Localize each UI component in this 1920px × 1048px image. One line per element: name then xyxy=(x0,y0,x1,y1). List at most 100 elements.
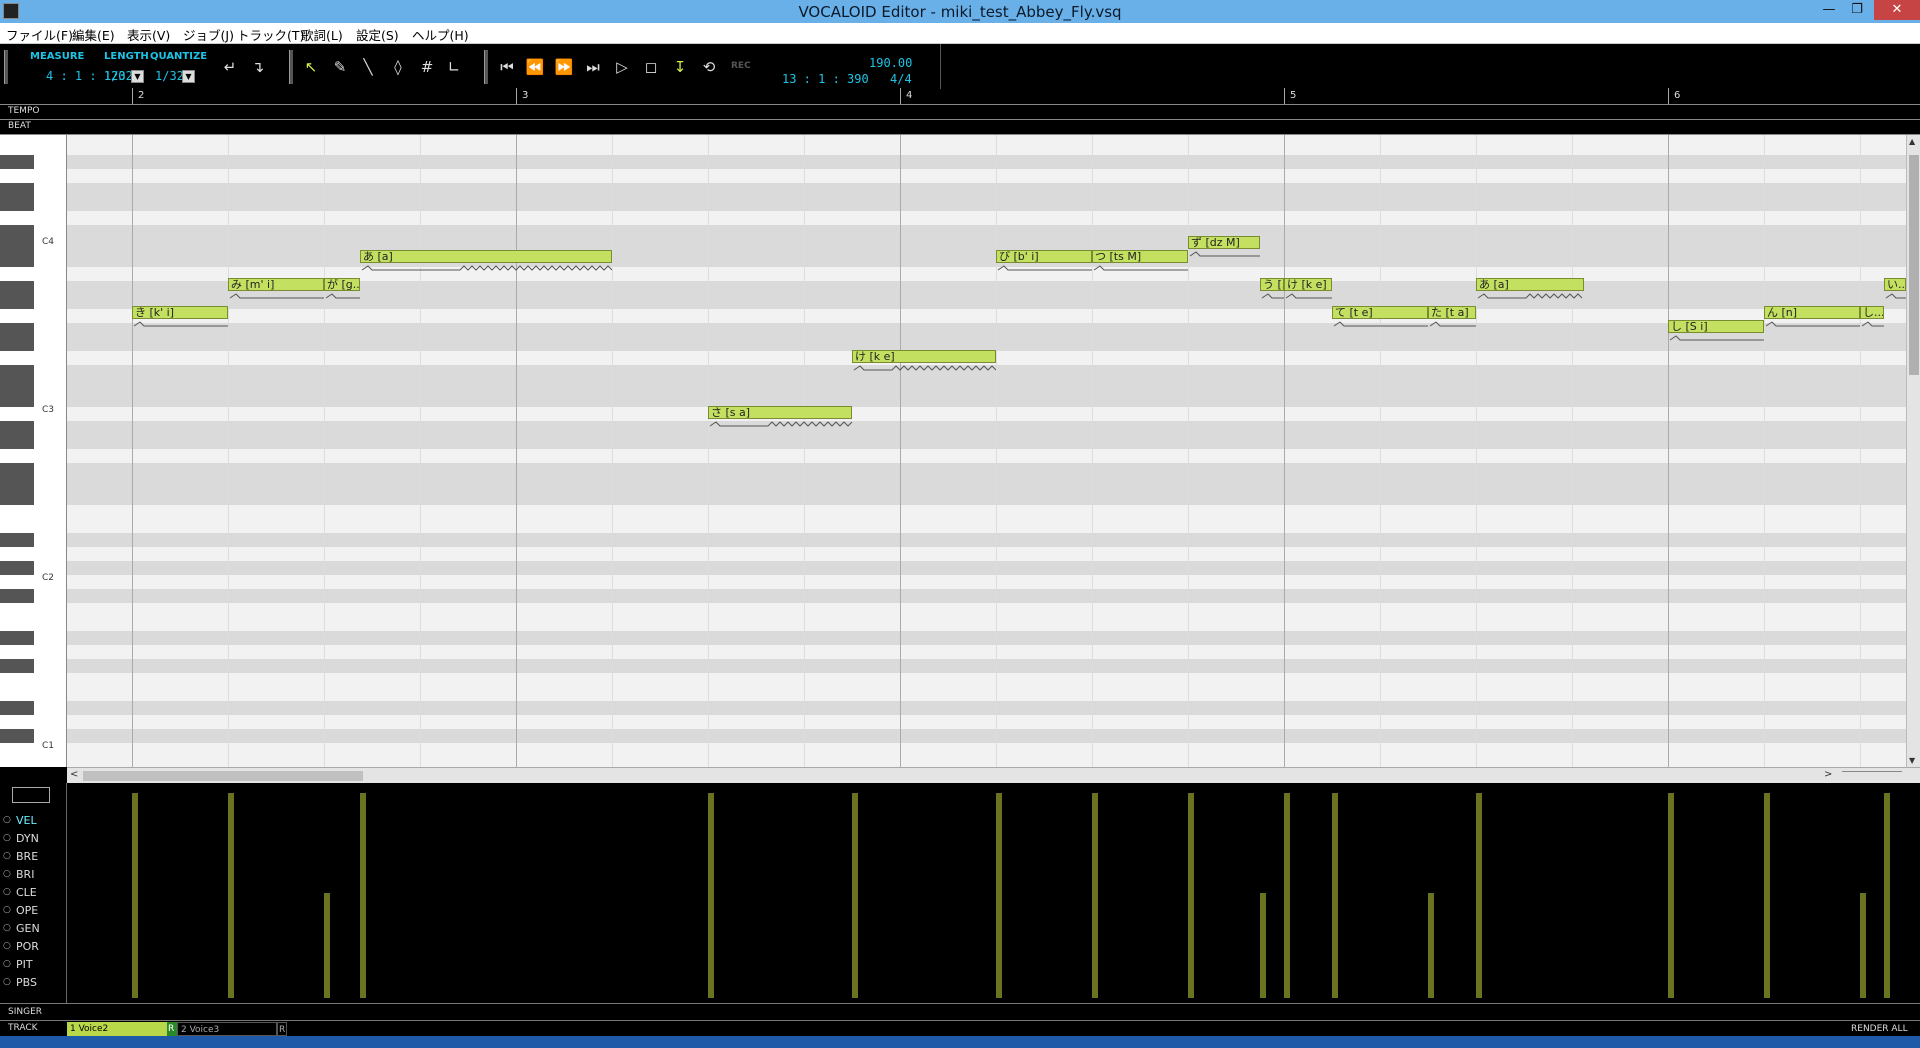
control-toggle-icon[interactable]: ○ xyxy=(3,977,11,987)
menu-track[interactable]: トラック(T) xyxy=(237,25,304,44)
track-tab-2[interactable]: 2 Voice3 xyxy=(177,1022,277,1036)
render-all-button[interactable]: RENDER ALL xyxy=(1848,1022,1916,1036)
velocity-bar[interactable] xyxy=(852,793,858,998)
black-key[interactable] xyxy=(0,631,34,645)
black-key[interactable] xyxy=(0,589,34,603)
black-key[interactable] xyxy=(0,253,34,267)
control-por[interactable]: POR xyxy=(16,940,39,953)
black-key[interactable] xyxy=(0,659,34,673)
line-tool-icon[interactable]: ╲ xyxy=(358,57,378,77)
velocity-bar[interactable] xyxy=(1260,893,1266,998)
arrow-tool-icon[interactable]: ↖ xyxy=(301,57,321,77)
velocity-bar[interactable] xyxy=(1188,793,1194,998)
note[interactable]: し [S i] xyxy=(1668,320,1764,333)
control-toggle-icon[interactable]: ○ xyxy=(3,941,11,951)
note[interactable]: て [t e] xyxy=(1332,306,1428,319)
note[interactable]: い... xyxy=(1884,278,1906,291)
rewind-icon[interactable]: ⏪ xyxy=(525,57,545,77)
note[interactable]: あ [a] xyxy=(1476,278,1584,291)
black-key[interactable] xyxy=(0,323,34,337)
control-toggle-icon[interactable]: ○ xyxy=(3,905,11,915)
black-key[interactable] xyxy=(0,477,34,491)
note[interactable]: ん [n] xyxy=(1764,306,1860,319)
control-vel[interactable]: VEL xyxy=(16,814,37,827)
velocity-bar[interactable] xyxy=(1332,793,1338,998)
black-key[interactable] xyxy=(0,225,34,239)
fast-forward-icon[interactable]: ⏩ xyxy=(554,57,574,77)
velocity-bar[interactable] xyxy=(1284,793,1290,998)
control-toggle-icon[interactable]: ○ xyxy=(3,815,11,825)
note[interactable]: た [t a] xyxy=(1428,306,1476,319)
eraser-tool-icon[interactable]: ◊ xyxy=(388,57,408,77)
black-key[interactable] xyxy=(0,533,34,547)
play-icon[interactable]: ▷ xyxy=(612,57,632,77)
note[interactable]: う [... xyxy=(1260,278,1284,291)
black-key[interactable] xyxy=(0,463,34,477)
note[interactable]: み [m' i] xyxy=(228,278,324,291)
go-end-icon[interactable]: ⏭ xyxy=(583,57,603,77)
horizontal-scrollbar[interactable]: < > xyxy=(67,767,1920,783)
velocity-bar[interactable] xyxy=(360,793,366,998)
loop-icon[interactable]: ⟲ xyxy=(699,57,719,77)
black-key[interactable] xyxy=(0,197,34,211)
black-key[interactable] xyxy=(0,701,34,715)
close-icon[interactable]: ✕ xyxy=(1874,0,1920,20)
black-key[interactable] xyxy=(0,393,34,407)
velocity-bar[interactable] xyxy=(1860,893,1866,998)
note[interactable]: が [g... xyxy=(324,278,360,291)
start-marker-icon[interactable]: ↵ xyxy=(220,57,240,77)
black-key[interactable] xyxy=(0,337,34,351)
velocity-bar[interactable] xyxy=(132,793,138,998)
black-key[interactable] xyxy=(0,155,34,169)
note[interactable]: あ [a] xyxy=(360,250,612,263)
velocity-bar[interactable] xyxy=(708,793,714,998)
control-gen[interactable]: GEN xyxy=(16,922,40,935)
control-toggle-icon[interactable]: ○ xyxy=(3,923,11,933)
toolbar-grip-3[interactable] xyxy=(484,50,488,84)
note[interactable]: け [k e] xyxy=(852,350,996,363)
black-key[interactable] xyxy=(0,239,34,253)
menu-edit[interactable]: 編集(E) xyxy=(72,25,115,44)
menu-view[interactable]: 表示(V) xyxy=(127,25,170,44)
control-toggle-icon[interactable]: ○ xyxy=(3,959,11,969)
black-key[interactable] xyxy=(0,729,34,743)
black-key[interactable] xyxy=(0,379,34,393)
black-key[interactable] xyxy=(0,561,34,575)
scroll-down-icon[interactable]: ▼ xyxy=(1909,756,1915,765)
note[interactable]: き [k' i] xyxy=(132,306,228,319)
minimize-icon[interactable]: — xyxy=(1816,0,1842,20)
velocity-bar[interactable] xyxy=(996,793,1002,998)
velocity-bar[interactable] xyxy=(1764,793,1770,998)
quantize-value[interactable]: 1/32 xyxy=(155,69,184,83)
menu-job[interactable]: ジョブ(J) xyxy=(183,25,234,44)
toolbar-grip-2[interactable] xyxy=(289,50,293,84)
black-key[interactable] xyxy=(0,183,34,197)
control-pbs[interactable]: PBS xyxy=(16,976,37,989)
stop-icon[interactable]: ◻ xyxy=(641,57,661,77)
singer-row[interactable]: SINGER xyxy=(0,1003,1920,1020)
toolbar-grip[interactable] xyxy=(4,50,8,84)
control-dyn[interactable]: DYN xyxy=(16,832,39,845)
measure-ruler[interactable]: 2 3 4 5 6 xyxy=(0,88,1920,105)
note[interactable]: さ [s a] xyxy=(708,406,852,419)
control-value-box[interactable] xyxy=(12,787,50,803)
note[interactable]: つ [ts M] xyxy=(1092,250,1188,263)
menu-help[interactable]: ヘルプ(H) xyxy=(412,25,469,44)
control-toggle-icon[interactable]: ○ xyxy=(3,851,11,861)
control-cle[interactable]: CLE xyxy=(16,886,37,899)
velocity-bar[interactable] xyxy=(1092,793,1098,998)
velocity-graph[interactable] xyxy=(67,788,1920,998)
black-key[interactable] xyxy=(0,281,34,295)
go-start-icon[interactable]: ⏮ xyxy=(497,57,517,77)
piano-keyboard[interactable]: C4 C3 C2 C1 xyxy=(0,135,67,767)
grid-toggle-icon[interactable]: # xyxy=(417,57,437,77)
horizontal-scroll-thumb[interactable] xyxy=(83,771,363,781)
velocity-bar[interactable] xyxy=(228,793,234,998)
quantize-dropdown-icon[interactable]: ▼ xyxy=(182,70,195,83)
velocity-bar[interactable] xyxy=(1668,793,1674,998)
velocity-bar[interactable] xyxy=(324,893,330,998)
auto-scroll-icon[interactable]: ↧ xyxy=(670,57,690,77)
black-key[interactable] xyxy=(0,435,34,449)
beat-track[interactable]: BEAT xyxy=(0,120,1920,135)
note-grid[interactable]: き [k' i] み [m' i] が [g... あ [a] さ [s a] … xyxy=(67,135,1906,767)
